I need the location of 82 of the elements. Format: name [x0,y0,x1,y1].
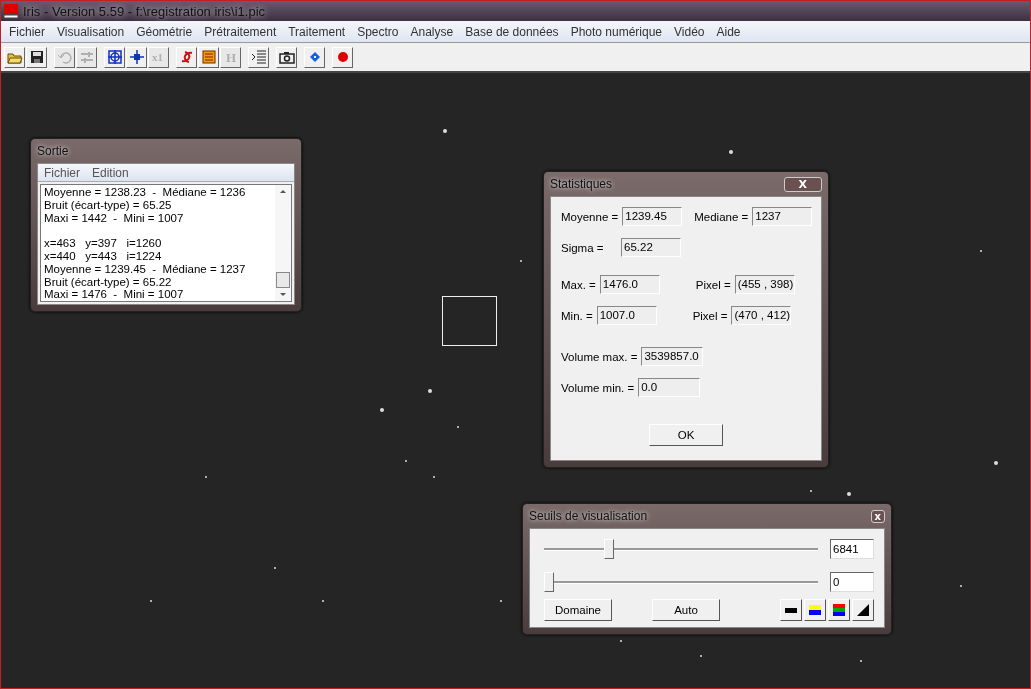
dialog-title: Statistiques [550,177,613,191]
undo-icon [56,49,73,65]
field-label: Pixel = [695,278,731,291]
value-field: 1239.45 [622,207,683,226]
star-dot [729,150,733,154]
field-label: Pixel = [692,309,728,322]
value-input[interactable]: 0 [830,571,874,592]
toolbar-button[interactable] [26,46,47,68]
toolbar-button[interactable] [276,46,297,68]
slider-thumb[interactable] [544,571,554,592]
star-dot [380,408,384,412]
field-label: Moyenne = [561,210,619,223]
output-line: Maxi = 1476 - Mini = 1007 [44,288,185,302]
app-icon [3,3,19,19]
menu-item[interactable]: Géométrie [130,24,199,39]
field-label: Min. = [561,309,593,322]
value-field: (470 , 412) [731,306,792,325]
menu-item[interactable]: Traitement [282,24,352,39]
scroll-thumb[interactable] [276,272,290,289]
striped-square-icon [200,49,217,65]
scroll-bar[interactable] [275,185,291,302]
scroll-up-icon[interactable] [280,190,286,193]
menu-item[interactable]: Vidéo [668,24,711,39]
output-line: Bruit (écart-type) = 65.22 [44,275,173,289]
value-field: 0.0 [638,378,701,397]
action-button[interactable]: Auto [652,599,720,621]
star-dot [443,129,447,133]
field-label: Volume max. = [561,350,638,363]
value-field: (455 , 398) [734,275,795,294]
palette-button[interactable] [780,599,802,621]
sliders-icon [78,49,95,65]
output-line: x=463 y=397 i=1260 [44,237,163,250]
value-input[interactable]: 6841 [830,538,874,559]
close-button[interactable]: X [783,176,822,192]
ok-button[interactable]: OK [649,424,723,446]
two-bar-icon [807,602,823,618]
selection-rectangle[interactable] [442,296,497,346]
window-title: Iris - Version 5.59 - f:\registration iris\i1.pic [23,3,266,19]
menu-item[interactable]: Analyse [404,24,460,39]
palette-button[interactable] [804,599,826,621]
value-field: 1476.0 [599,275,660,294]
menu-item[interactable]: Aide [710,24,747,39]
dialog-title: Sortie [37,144,69,158]
output-line: Maxi = 1442 - Mini = 1007 [44,211,185,225]
menu-item[interactable]: Fichier [3,24,51,39]
value-field: 65.22 [621,238,681,257]
menu-item[interactable]: Base de données [459,24,565,39]
dialog-title: Seuils de visualisation [529,509,648,523]
value-field: 1007.0 [596,306,657,325]
value-field: 3539857.0 [641,347,704,366]
field-label: Mediane = [694,210,749,223]
slider-thumb[interactable] [604,538,615,559]
menu-item[interactable]: Photo numérique [564,24,669,39]
toolbar-button[interactable] [104,46,125,68]
toolbar-button[interactable] [126,46,147,68]
crosshair-icon [106,49,123,65]
action-button[interactable]: Domaine [544,599,612,621]
menu-item[interactable]: Fichier [38,165,86,180]
star-dot [847,492,851,496]
palette-button[interactable] [828,599,850,621]
field-label: Sigma = [561,241,605,254]
menu-item[interactable]: Visualisation [51,24,131,39]
menu-item[interactable]: Spectro [351,24,405,39]
menu-item[interactable]: Prétraitement [198,24,283,39]
move-icon [128,49,145,65]
output-line: Moyenne = 1238.23 - Médiane = 1236 [44,186,247,199]
menu-item[interactable]: Edition [86,165,135,180]
field-label: Volume min. = [561,381,635,394]
scroll-down-icon[interactable] [280,293,286,297]
output-line: Moyenne = 1239.45 - Médiane = 1237 [44,262,247,276]
output-line: x=440 y=443 i=1224 [44,250,163,263]
palette-button[interactable] [852,599,874,621]
close-button[interactable]: x [870,509,885,523]
output-line: Bruit (écart-type) = 65.25 [44,198,173,212]
star-dot [428,389,432,393]
three-bar-icon [831,602,847,618]
gradient-ramp-icon [855,602,871,618]
star-dot [994,461,998,465]
camera-icon [278,49,295,65]
indent-list-icon [250,49,267,65]
field-label: Max. = [561,278,596,291]
value-field: 1237 [752,207,813,226]
